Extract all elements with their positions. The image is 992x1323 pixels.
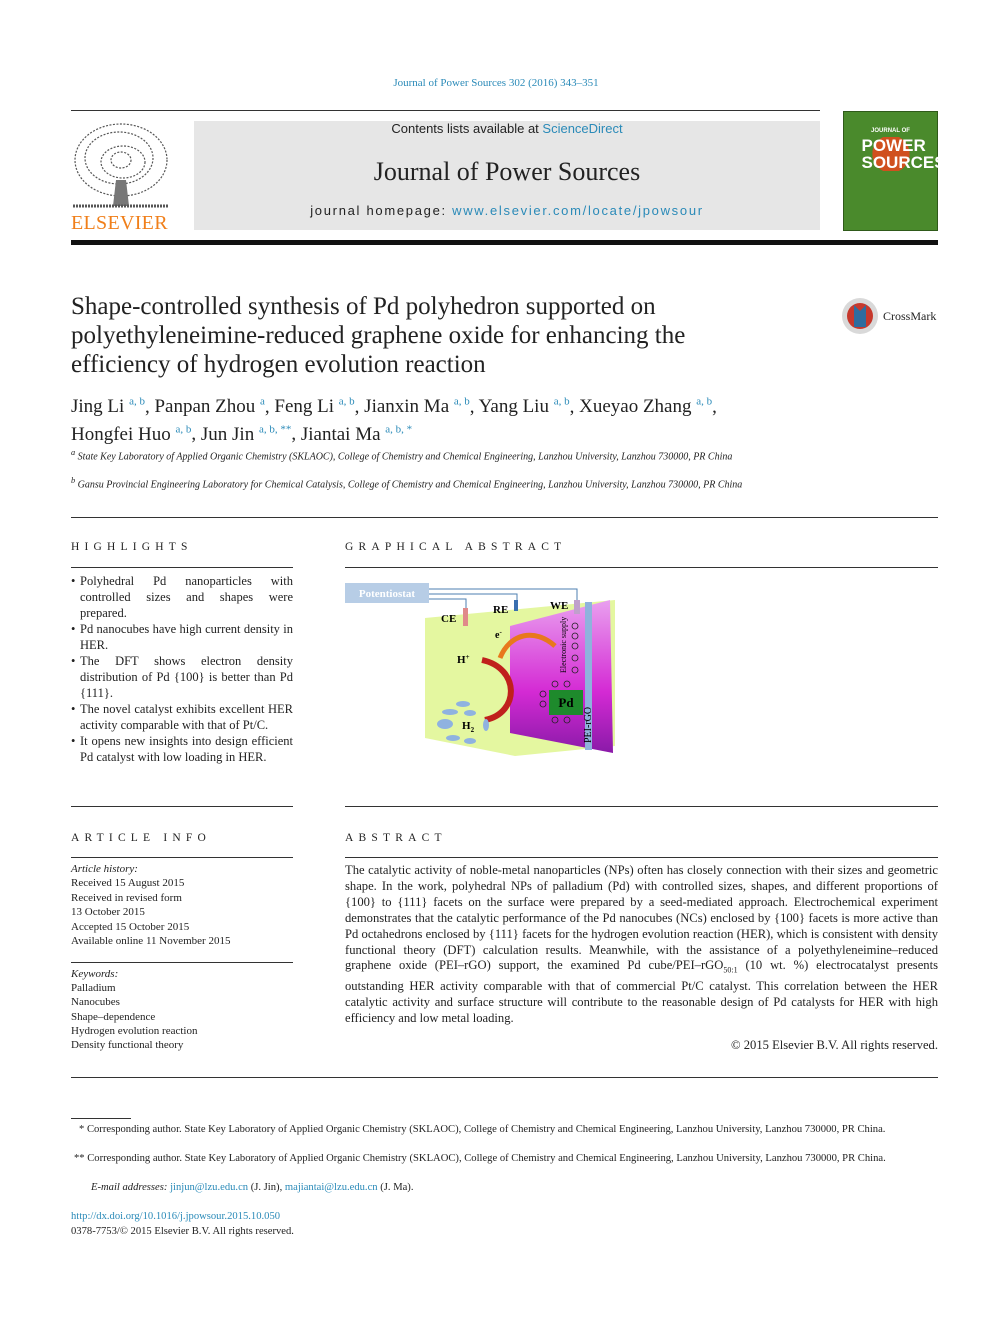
- divider: [71, 567, 293, 568]
- journal-title: Journal of Power Sources: [373, 157, 641, 186]
- crossmark-label: CrossMark: [883, 308, 937, 323]
- divider: [71, 857, 293, 858]
- author-list: Jing Li a, b, Panpan Zhou a, Feng Li a, …: [71, 396, 717, 445]
- author-name: Hongfei Huo: [71, 423, 171, 445]
- author-affiliation-mark[interactable]: a, b: [339, 396, 355, 408]
- divider: [71, 110, 820, 111]
- author-name: Yang Liu: [478, 396, 549, 418]
- author-affiliation-mark[interactable]: a, b: [454, 396, 470, 408]
- email-link-ma[interactable]: majiantai@lzu.edu.cn: [285, 1182, 378, 1193]
- elsevier-wordmark: ELSEVIER: [71, 212, 168, 234]
- author-name: Jianxin Ma: [364, 396, 450, 418]
- footnote-corresponding-2: ** Corresponding author. State Key Labor…: [74, 1153, 886, 1164]
- history-item: Received in revised form: [71, 891, 182, 904]
- author-affiliation-mark[interactable]: a, b: [554, 396, 570, 408]
- author[interactable]: Hongfei Huo a, b: [71, 423, 191, 445]
- divider: [345, 806, 938, 807]
- homepage-link[interactable]: www.elsevier.com/locate/jpowsour: [452, 203, 704, 218]
- keyword: Shape–dependence: [71, 1010, 156, 1023]
- pd-label: Pd: [558, 695, 574, 710]
- divider: [71, 806, 293, 807]
- journal-reference-link[interactable]: Journal of Power Sources 302 (2016) 343–…: [0, 77, 992, 89]
- author[interactable]: Yang Liu a, b: [479, 396, 570, 417]
- abstract-text: The catalytic activity of noble-metal na…: [345, 863, 938, 1025]
- crossmark-icon: [842, 298, 878, 334]
- highlight-item: It opens new insights into design effici…: [71, 733, 293, 765]
- article-title: Shape-controlled synthesis of Pd polyhed…: [71, 293, 686, 378]
- support-label: PEI-rGO: [583, 707, 594, 743]
- keywords-label: Keywords:: [71, 968, 119, 980]
- journal-banner: Contents lists available at ScienceDirec…: [194, 121, 820, 230]
- journal-cover-image: JOURNAL OF POWER SOURCES: [843, 111, 946, 231]
- article-info-heading: ARTICLE INFO: [71, 832, 211, 844]
- keyword: Hydrogen evolution reaction: [71, 1024, 198, 1037]
- author-name: Jun Jin: [200, 423, 255, 445]
- highlight-item: The DFT shows electron density distribut…: [71, 653, 293, 701]
- author-affiliation-mark[interactable]: a, b: [129, 396, 145, 408]
- author[interactable]: Feng Li a, b: [274, 396, 354, 417]
- abstract-copyright: © 2015 Elsevier B.V. All rights reserved…: [731, 1038, 938, 1052]
- author-name: Jing Li: [71, 396, 125, 418]
- author[interactable]: Jianxin Ma a, b: [364, 396, 470, 417]
- footnote-rule: [71, 1118, 131, 1119]
- issn-copyright: 0378-7753/© 2015 Elsevier B.V. All right…: [71, 1226, 294, 1237]
- crossmark-button[interactable]: CrossMark: [841, 297, 936, 335]
- keyword: Palladium: [71, 982, 116, 995]
- footnote-corresponding-1: * Corresponding author. State Key Labora…: [79, 1124, 886, 1135]
- history-item: Accepted 15 October 2015: [71, 920, 190, 933]
- re-label: RE: [493, 604, 508, 616]
- author-affiliation-mark[interactable]: a, b: [175, 423, 191, 435]
- author-affiliation-mark[interactable]: a, b, *: [385, 423, 412, 435]
- divider: [345, 857, 938, 858]
- author[interactable]: Panpan Zhou a: [154, 396, 264, 417]
- affiliation-b: b Gansu Provincial Engineering Laborator…: [71, 476, 743, 491]
- author-name: Panpan Zhou: [154, 396, 256, 418]
- affiliation-a: a State Key Laboratory of Applied Organi…: [71, 448, 733, 463]
- highlight-item: Polyhedral Pd nanoparticles with control…: [71, 573, 293, 621]
- author-name: Xueyao Zhang: [579, 396, 692, 418]
- cover-title-top: JOURNAL OF: [871, 128, 910, 134]
- contents-label: Contents lists available at: [391, 121, 543, 136]
- divider: [71, 240, 938, 245]
- history-item: Available online 11 November 2015: [71, 935, 231, 948]
- footnote-emails: E-mail addresses: jinjun@lzu.edu.cn (J. …: [91, 1182, 414, 1193]
- author[interactable]: Jiantai Ma a, b, *: [300, 423, 412, 445]
- author[interactable]: Jing Li a, b: [71, 396, 145, 417]
- highlight-item: Pd nanocubes have high current density i…: [71, 621, 293, 653]
- author[interactable]: Jun Jin a, b, **: [200, 423, 291, 445]
- keyword: Nanocubes: [71, 996, 120, 1009]
- graphical-abstract-heading: GRAPHICAL ABSTRACT: [345, 541, 567, 553]
- sciencedirect-link[interactable]: ScienceDirect: [542, 121, 622, 136]
- ce-label: CE: [441, 613, 456, 625]
- history-item: 13 October 2015: [71, 906, 145, 919]
- author[interactable]: Xueyao Zhang a, b: [579, 396, 712, 417]
- highlight-item: The novel catalyst exhibits excellent HE…: [71, 701, 293, 733]
- we-label: WE: [550, 600, 568, 612]
- doi-link[interactable]: http://dx.doi.org/10.1016/j.jpowsour.201…: [71, 1211, 280, 1222]
- divider: [71, 962, 293, 963]
- divider: [71, 1077, 938, 1078]
- graphical-abstract-figure: Potentiostat CE RE WE e- H+ H2 Electroni…: [345, 583, 615, 756]
- cover-title-main: POWER SOURCES: [861, 136, 946, 172]
- author-affiliation-mark[interactable]: a, b, **: [259, 423, 291, 435]
- article-history: Article history: Received 15 August 2015…: [71, 862, 230, 948]
- history-item: Received 15 August 2015: [71, 877, 185, 890]
- electronic-supply-label: Electronic supply: [559, 617, 568, 673]
- divider: [71, 517, 938, 518]
- author-name: Jiantai Ma: [300, 423, 381, 445]
- abstract-heading: ABSTRACT: [345, 832, 447, 844]
- homepage-label: journal homepage:: [310, 203, 453, 218]
- email-link-jin[interactable]: jinjun@lzu.edu.cn: [170, 1182, 248, 1193]
- highlights-list: Polyhedral Pd nanoparticles with control…: [71, 573, 293, 765]
- author-name: Feng Li: [274, 396, 335, 418]
- keyword: Density functional theory: [71, 1039, 184, 1052]
- highlights-heading: HIGHLIGHTS: [71, 541, 193, 553]
- potentiostat-label: Potentiostat: [359, 588, 416, 600]
- divider: [345, 567, 938, 568]
- author-affiliation-mark[interactable]: a: [260, 396, 265, 408]
- history-label: Article history:: [71, 863, 138, 875]
- author-affiliation-mark[interactable]: a, b: [696, 396, 712, 408]
- keywords: Keywords: Palladium Nanocubes Shape–depe…: [71, 967, 197, 1052]
